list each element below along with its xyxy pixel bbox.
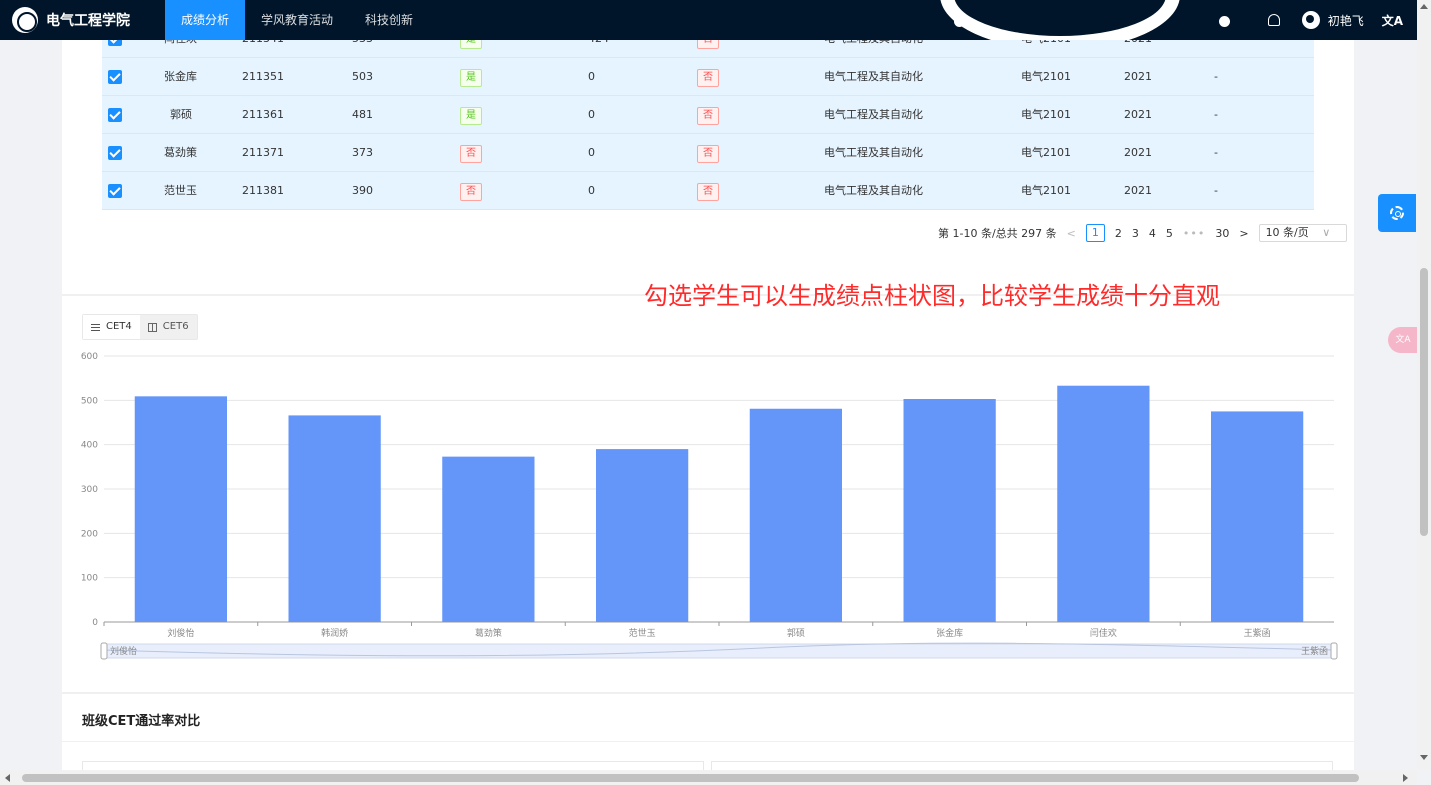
translate-float-button[interactable]: 文A [1388,327,1418,353]
vertical-scroll-thumb[interactable] [1420,268,1428,536]
y-tick-label: 600 [81,352,98,362]
table-row[interactable]: 郭硕 211361 481 是 0 否 电气工程及其自动化 电气2101 202… [102,96,1314,134]
bar [134,396,227,622]
table-row[interactable]: 闫佳欢 211341 533 是 424 否 电气工程及其自动化 电气2101 … [102,40,1314,58]
vertical-scrollbar[interactable] [1417,0,1431,770]
y-tick-label: 100 [81,574,98,584]
x-tick-label: 韩润娇 [321,627,348,639]
datazoom-end-label: 王紫函 [1301,646,1328,657]
main-content-card: 闫佳欢 211341 533 是 424 否 电气工程及其自动化 电气2101 … [62,40,1354,785]
datazoom-track [103,643,1335,659]
school-emblem-icon [12,7,38,33]
table-row[interactable]: 范世玉 211381 390 否 0 否 电气工程及其自动化 电气2101 20… [102,172,1314,210]
page-1-button[interactable]: 1 [1085,224,1105,242]
x-tick-label: 葛劲策 [475,627,502,639]
y-tick-label: 200 [81,529,98,539]
bell-icon[interactable] [1267,14,1280,26]
annotation-text: 勾选学生可以生成绩点柱状图，比较学生成绩十分直观 [644,282,1220,310]
page-30-button[interactable]: 30 [1215,227,1229,240]
tab-cet6[interactable]: CET6 [140,315,197,339]
bar [1057,385,1150,622]
page-3-button[interactable]: 3 [1132,227,1139,240]
list-icon [91,323,100,331]
cet4-bar-chart: 0100200300400500600刘俊怡 韩润娇 葛劲策 范世玉 郭硕 张金库 闫佳欢王… [81,352,1338,660]
chevron-down-icon: ∨ [1322,226,1331,239]
bar [903,399,996,622]
table-row[interactable]: 张金库 211351 503 是 0 否 电气工程及其自动化 电气2101 20… [102,58,1314,96]
section-title: 班级CET通过率对比 [82,714,201,729]
x-tick-label: 王紫函 [1244,628,1271,639]
prev-page-button[interactable]: < [1067,227,1076,240]
more-pages-button[interactable]: ••• [1183,227,1205,240]
row-checkbox[interactable] [108,40,122,46]
horizontal-scroll-thumb[interactable] [22,774,1359,782]
nav-item-study-activities[interactable]: 学风教育活动 [245,0,349,40]
cet-tabs: CET4 CET6 [82,314,198,340]
page-4-button[interactable]: 4 [1149,227,1156,240]
bar [749,408,842,622]
page-size-select[interactable]: 10 条/页 ∨ [1258,224,1348,242]
datazoom-handle-left [100,642,108,660]
x-tick-label: 范世玉 [629,627,656,639]
settings-button[interactable] [1378,194,1416,232]
y-tick-label: 0 [92,618,98,628]
pagination: 第 1-10 条/总共 297 条 < 1 2 3 4 5 ••• 30 > 1… [938,224,1348,242]
next-page-button[interactable]: > [1239,227,1248,240]
row-checkbox[interactable] [108,184,122,198]
header-decoration [940,0,1230,40]
bar [1211,411,1304,622]
section-divider [62,741,1354,742]
app-title: 电气工程学院 [46,13,130,29]
datazoom-start-label: 刘俊怡 [110,645,137,657]
student-table: 闫佳欢 211341 533 是 424 否 电气工程及其自动化 电气2101 … [102,40,1314,210]
nav-item-tech-innovation[interactable]: 科技创新 [349,0,429,40]
page-5-button[interactable]: 5 [1166,227,1173,240]
row-checkbox[interactable] [108,108,122,122]
row-checkbox[interactable] [108,146,122,160]
row-checkbox[interactable] [108,70,122,84]
pagination-summary: 第 1-10 条/总共 297 条 [938,227,1057,240]
table-row[interactable]: 葛劲策 211371 373 否 0 否 电气工程及其自动化 电气2101 20… [102,134,1314,172]
section-divider [62,692,1354,694]
user-name[interactable]: 初艳飞 [1328,12,1364,29]
datazoom-handle-right [1330,642,1338,660]
nav-item-score-analysis[interactable]: 成绩分析 [165,0,246,40]
avatar[interactable] [1301,11,1320,29]
tab-cet4[interactable]: CET4 [83,315,140,339]
bar [596,449,689,622]
page-2-button[interactable]: 2 [1115,227,1122,240]
bar [288,415,381,622]
gear-icon [1390,206,1404,220]
y-tick-label: 500 [81,396,98,406]
x-tick-label: 闫佳欢 [1090,627,1117,639]
translate-icon[interactable]: 文A [1382,12,1403,29]
grid-icon [147,322,157,332]
horizontal-scrollbar[interactable] [0,770,1417,785]
top-navbar: 电气工程学院 成绩分析 学风教育活动 科技创新 初艳飞 文A [0,0,1417,40]
y-tick-label: 400 [81,441,98,451]
translate-icon: 文A [1395,335,1411,345]
x-tick-label: 张金库 [936,627,963,639]
app-logo[interactable]: 电气工程学院 [0,7,165,33]
y-tick-label: 300 [81,485,98,495]
bar [442,456,535,622]
x-tick-label: 郭硕 [787,627,805,639]
x-tick-label: 刘俊怡 [167,627,194,639]
